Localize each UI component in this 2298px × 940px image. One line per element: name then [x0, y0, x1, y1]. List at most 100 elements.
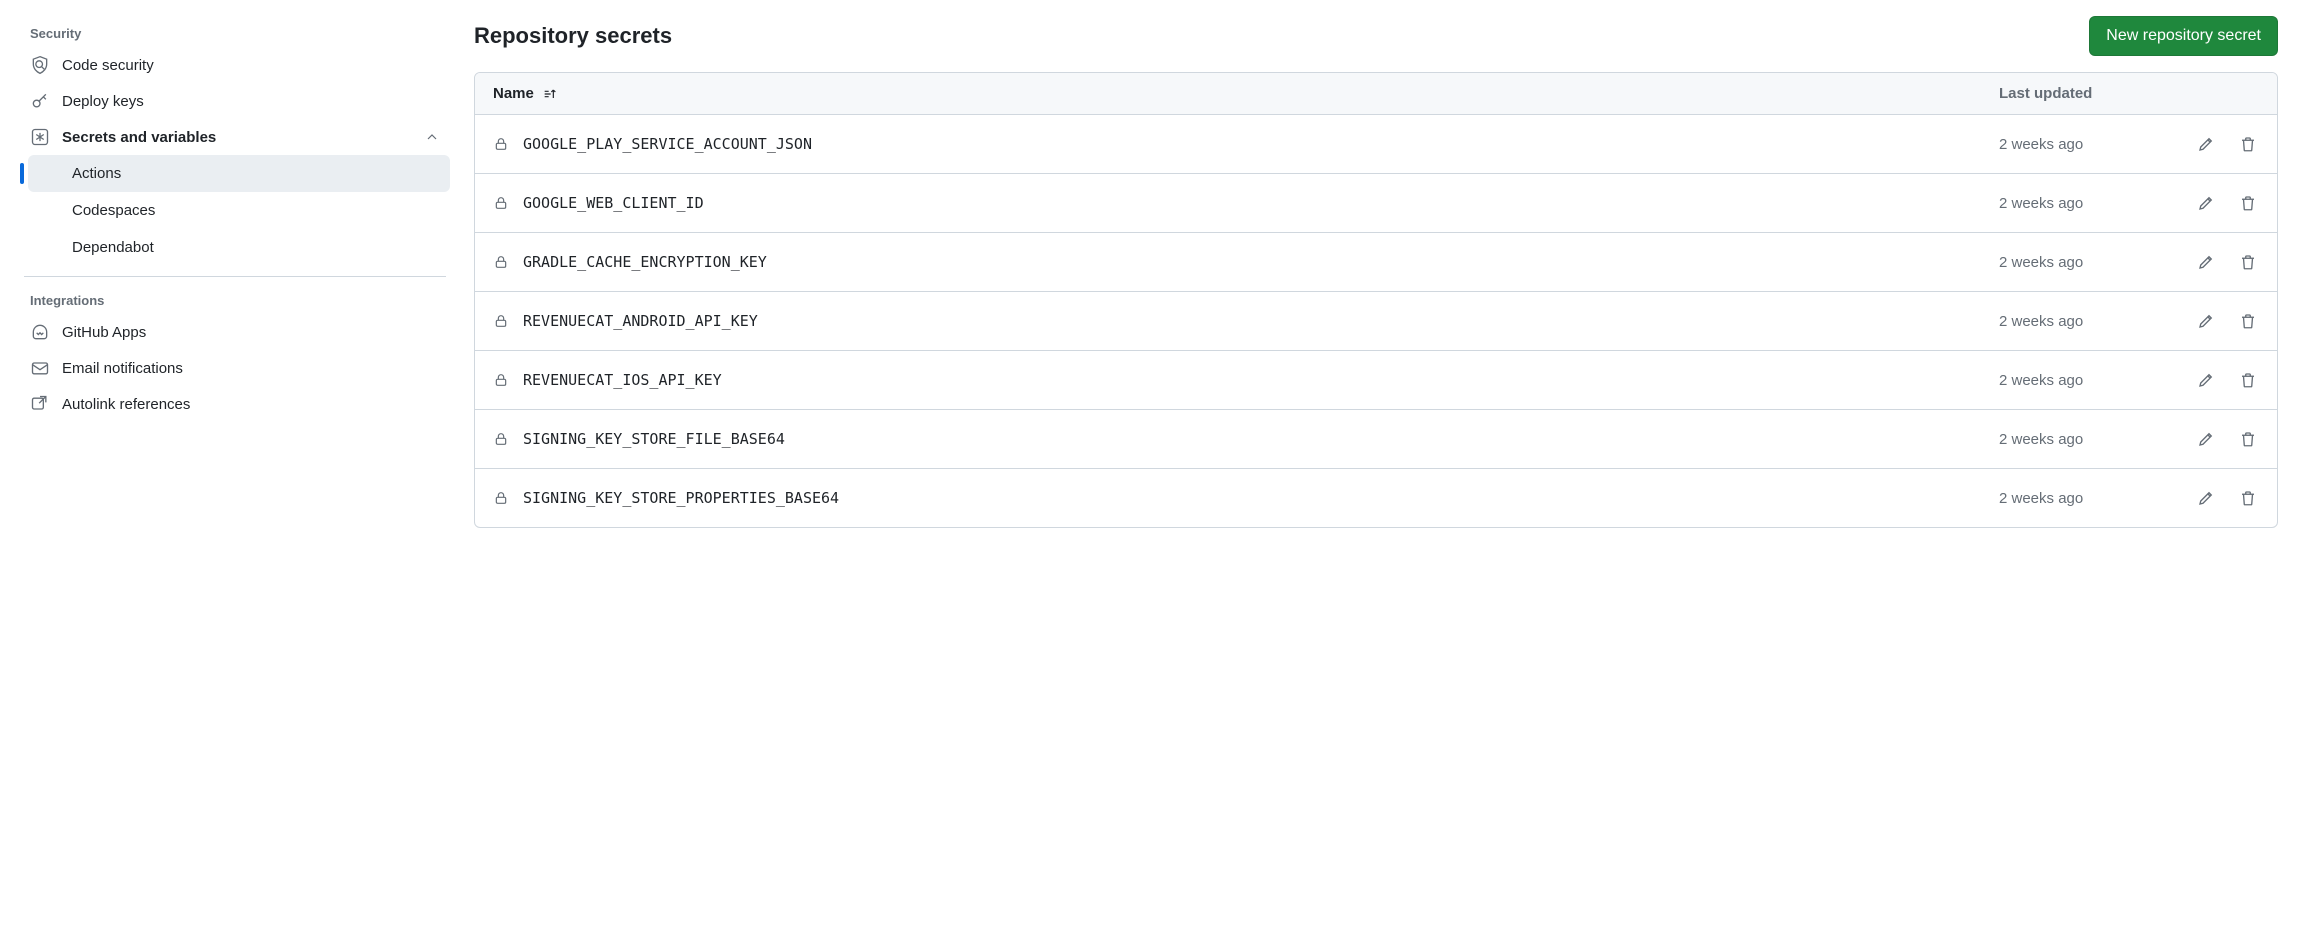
- lock-icon: [493, 372, 509, 388]
- pencil-icon: [2197, 253, 2215, 271]
- table-row: REVENUECAT_IOS_API_KEY 2 weeks ago: [475, 351, 2277, 410]
- edit-secret-button[interactable]: [2195, 487, 2217, 509]
- page-title: Repository secrets: [474, 23, 672, 49]
- edit-secret-button[interactable]: [2195, 133, 2217, 155]
- sidebar-subitem-actions[interactable]: Actions: [28, 155, 450, 192]
- secret-actions: [2159, 251, 2259, 273]
- table-row: GRADLE_CACHE_ENCRYPTION_KEY 2 weeks ago: [475, 233, 2277, 292]
- secret-name-cell: GOOGLE_PLAY_SERVICE_ACCOUNT_JSON: [493, 135, 1999, 153]
- secret-actions: [2159, 133, 2259, 155]
- sidebar-item-secrets-variables[interactable]: Secrets and variables: [20, 119, 450, 155]
- delete-secret-button[interactable]: [2237, 133, 2259, 155]
- sidebar-item-autolink-references[interactable]: Autolink references: [20, 386, 450, 422]
- lock-icon: [493, 136, 509, 152]
- secret-actions: [2159, 487, 2259, 509]
- secret-name-cell: REVENUECAT_ANDROID_API_KEY: [493, 312, 1999, 330]
- sidebar-sublist-secrets: Actions Codespaces Dependabot: [28, 155, 450, 266]
- sidebar-subitem-label: Codespaces: [72, 202, 155, 219]
- table-row: GOOGLE_WEB_CLIENT_ID2 weeks ago: [475, 174, 2277, 233]
- secrets-table: Name Last updated GOOGLE_PLAY_SERVICE_AC…: [474, 72, 2278, 528]
- key-icon: [30, 91, 50, 111]
- secret-updated: 2 weeks ago: [1999, 254, 2159, 271]
- delete-secret-button[interactable]: [2237, 487, 2259, 509]
- column-header-name[interactable]: Name: [493, 85, 1999, 102]
- secret-name-cell: GOOGLE_WEB_CLIENT_ID: [493, 194, 1999, 212]
- secret-actions: [2159, 428, 2259, 450]
- trash-icon: [2239, 430, 2257, 448]
- secret-name-cell: GRADLE_CACHE_ENCRYPTION_KEY: [493, 253, 1999, 271]
- sidebar-label: Deploy keys: [62, 93, 144, 110]
- hubot-icon: [30, 322, 50, 342]
- new-repository-secret-button[interactable]: New repository secret: [2089, 16, 2278, 56]
- edit-secret-button[interactable]: [2195, 251, 2217, 273]
- sidebar-section-integrations: Integrations: [20, 287, 450, 314]
- trash-icon: [2239, 371, 2257, 389]
- sidebar-label: Code security: [62, 57, 154, 74]
- secret-updated: 2 weeks ago: [1999, 372, 2159, 389]
- secrets-table-body: GOOGLE_PLAY_SERVICE_ACCOUNT_JSON 2 weeks …: [475, 115, 2277, 527]
- sidebar-item-deploy-keys[interactable]: Deploy keys: [20, 83, 450, 119]
- sidebar-subitem-dependabot[interactable]: Dependabot: [28, 229, 450, 266]
- edit-secret-button[interactable]: [2195, 310, 2217, 332]
- secret-name: SIGNING_KEY_STORE_FILE_BASE64: [523, 430, 785, 448]
- crossref-icon: [30, 394, 50, 414]
- secret-actions: [2159, 192, 2259, 214]
- table-row: GOOGLE_PLAY_SERVICE_ACCOUNT_JSON2 weeks …: [475, 115, 2277, 174]
- pencil-icon: [2197, 135, 2215, 153]
- chevron-up-icon: [424, 129, 440, 145]
- delete-secret-button[interactable]: [2237, 428, 2259, 450]
- pencil-icon: [2197, 489, 2215, 507]
- sidebar-label: Secrets and variables: [62, 129, 216, 146]
- sidebar-subitem-codespaces[interactable]: Codespaces: [28, 192, 450, 229]
- delete-secret-button[interactable]: [2237, 192, 2259, 214]
- sidebar-list-integrations: GitHub Apps Email notifications Autolink…: [20, 314, 450, 422]
- main-content: Repository secrets New repository secret…: [474, 16, 2278, 528]
- secret-name: SIGNING_KEY_STORE_PROPERTIES_BASE64: [523, 489, 839, 507]
- trash-icon: [2239, 253, 2257, 271]
- edit-secret-button[interactable]: [2195, 428, 2217, 450]
- secret-name-cell: REVENUECAT_IOS_API_KEY: [493, 371, 1999, 389]
- sidebar-list-security: Code security Deploy keys Secrets and va…: [20, 47, 450, 266]
- lock-icon: [493, 254, 509, 270]
- delete-secret-button[interactable]: [2237, 310, 2259, 332]
- delete-secret-button[interactable]: [2237, 369, 2259, 391]
- lock-icon: [493, 313, 509, 329]
- mail-icon: [30, 358, 50, 378]
- table-header-row: Name Last updated: [475, 73, 2277, 115]
- sidebar-label: GitHub Apps: [62, 324, 146, 341]
- sidebar-divider: [24, 276, 446, 277]
- pencil-icon: [2197, 371, 2215, 389]
- edit-secret-button[interactable]: [2195, 369, 2217, 391]
- sidebar-item-github-apps[interactable]: GitHub Apps: [20, 314, 450, 350]
- secret-name: GOOGLE_WEB_CLIENT_ID: [523, 194, 704, 212]
- secret-updated: 2 weeks ago: [1999, 431, 2159, 448]
- secret-name-cell: SIGNING_KEY_STORE_PROPERTIES_BASE64: [493, 489, 1999, 507]
- column-header-updated: Last updated: [1999, 85, 2159, 102]
- pencil-icon: [2197, 430, 2215, 448]
- table-row: SIGNING_KEY_STORE_FILE_BASE64 2 weeks ago: [475, 410, 2277, 469]
- edit-secret-button[interactable]: [2195, 192, 2217, 214]
- table-row: SIGNING_KEY_STORE_PROPERTIES_BASE64 2 wee…: [475, 469, 2277, 527]
- sidebar-subitem-label: Actions: [72, 165, 121, 182]
- delete-secret-button[interactable]: [2237, 251, 2259, 273]
- secret-name: REVENUECAT_IOS_API_KEY: [523, 371, 722, 389]
- sidebar-item-code-security[interactable]: Code security: [20, 47, 450, 83]
- sidebar-item-email-notifications[interactable]: Email notifications: [20, 350, 450, 386]
- trash-icon: [2239, 194, 2257, 212]
- secret-name: REVENUECAT_ANDROID_API_KEY: [523, 312, 758, 330]
- main-header: Repository secrets New repository secret: [474, 16, 2278, 56]
- shield-scan-icon: [30, 55, 50, 75]
- asterisk-icon: [30, 127, 50, 147]
- lock-icon: [493, 431, 509, 447]
- secret-actions: [2159, 369, 2259, 391]
- secret-updated: 2 weeks ago: [1999, 313, 2159, 330]
- table-row: REVENUECAT_ANDROID_API_KEY 2 weeks ago: [475, 292, 2277, 351]
- pencil-icon: [2197, 194, 2215, 212]
- secret-name-cell: SIGNING_KEY_STORE_FILE_BASE64: [493, 430, 1999, 448]
- secret-name: GRADLE_CACHE_ENCRYPTION_KEY: [523, 253, 767, 271]
- lock-icon: [493, 195, 509, 211]
- sidebar: Security Code security Deploy keys Secre…: [20, 16, 450, 528]
- secret-updated: 2 weeks ago: [1999, 490, 2159, 507]
- secret-actions: [2159, 310, 2259, 332]
- sidebar-subitem-label: Dependabot: [72, 239, 154, 256]
